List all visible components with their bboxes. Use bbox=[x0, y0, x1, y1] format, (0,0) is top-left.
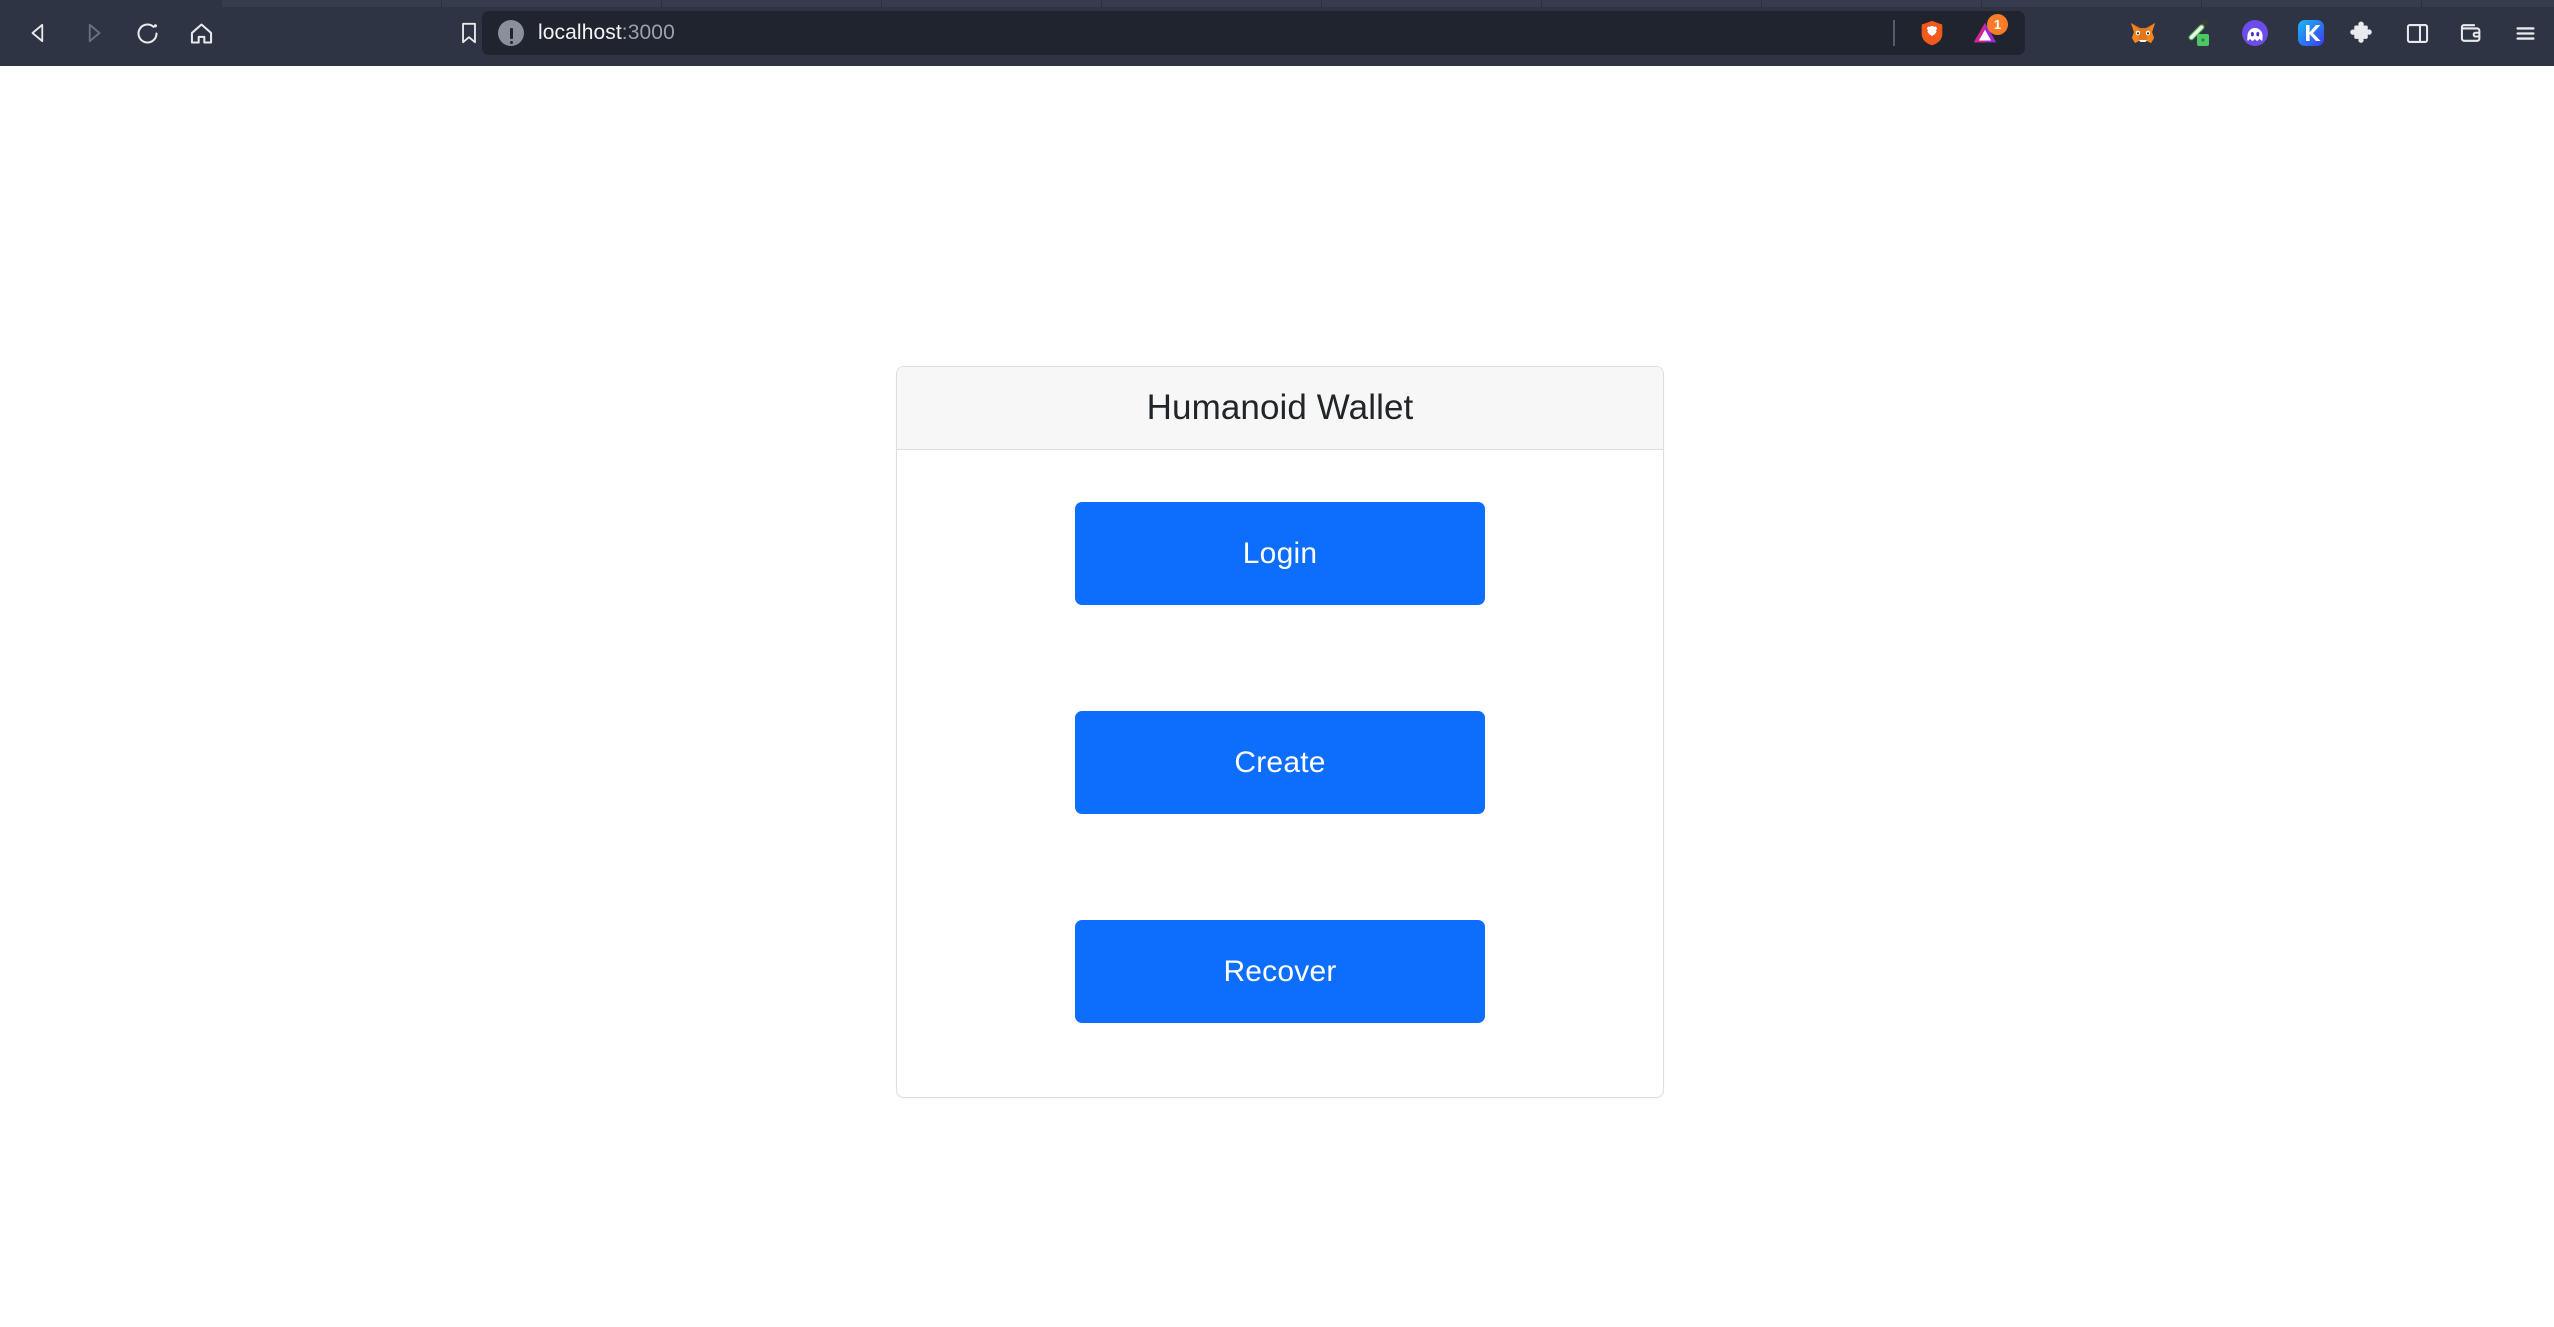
card-body: Login Create Recover bbox=[897, 450, 1663, 1097]
tab-strip bbox=[0, 0, 2554, 7]
bookmark-button[interactable] bbox=[456, 10, 482, 56]
toolbar-bottom-edge bbox=[0, 59, 2554, 66]
page-content: Humanoid Wallet Login Create Recover bbox=[0, 66, 2554, 1327]
tab-strip-segment bbox=[1102, 0, 1322, 7]
extensions-puzzle-icon[interactable] bbox=[2337, 10, 2389, 56]
tab-strip-segment bbox=[882, 0, 1102, 7]
home-button[interactable] bbox=[174, 10, 228, 56]
url-port: :3000 bbox=[621, 21, 675, 44]
browser-toolbar: localhost:3000 1 bbox=[0, 7, 2554, 59]
browser-chrome: localhost:3000 1 bbox=[0, 0, 2554, 66]
keplr-extension-icon[interactable] bbox=[2285, 10, 2337, 56]
phantom-extension-icon[interactable] bbox=[2229, 10, 2281, 56]
tab-strip-segment bbox=[662, 0, 882, 7]
tab-strip-segment bbox=[2422, 0, 2554, 7]
back-button[interactable] bbox=[12, 10, 66, 56]
url-host: localhost bbox=[538, 21, 622, 44]
toolbar-trailing-buttons bbox=[2337, 10, 2554, 56]
recover-button[interactable]: Recover bbox=[1075, 920, 1485, 1023]
url-text: localhost:3000 bbox=[538, 21, 675, 45]
address-bar[interactable]: localhost:3000 1 bbox=[482, 11, 2025, 55]
tab-strip-segment bbox=[222, 0, 442, 7]
tab-strip-segment bbox=[1542, 0, 1762, 7]
brave-shields-icon[interactable] bbox=[1911, 12, 1953, 54]
brave-rewards-button[interactable]: 1 bbox=[1959, 12, 2011, 54]
metamask-extension-icon[interactable] bbox=[2117, 10, 2169, 56]
address-bar-actions: 1 bbox=[1893, 12, 2011, 54]
toolbar-divider bbox=[1893, 20, 1895, 46]
wand-extension-icon[interactable] bbox=[2173, 10, 2225, 56]
login-button[interactable]: Login bbox=[1075, 502, 1485, 605]
wallet-card: Humanoid Wallet Login Create Recover bbox=[896, 366, 1664, 1098]
rewards-badge: 1 bbox=[1987, 14, 2008, 35]
tab-strip-segment bbox=[0, 0, 222, 7]
tab-strip-segment bbox=[2202, 0, 2422, 7]
page-title: Humanoid Wallet bbox=[1146, 388, 1414, 427]
create-button[interactable]: Create bbox=[1075, 711, 1485, 814]
not-secure-info-icon[interactable] bbox=[498, 20, 524, 46]
tab-strip-segment bbox=[442, 0, 662, 7]
brave-wallet-icon[interactable] bbox=[2445, 10, 2497, 56]
card-header: Humanoid Wallet bbox=[897, 367, 1663, 450]
sidebar-panel-icon[interactable] bbox=[2391, 10, 2443, 56]
tab-strip-segment bbox=[1982, 0, 2202, 7]
extension-icons bbox=[2117, 10, 2337, 56]
forward-button bbox=[66, 10, 120, 56]
main-menu-icon[interactable] bbox=[2499, 10, 2551, 56]
tab-strip-segment bbox=[1322, 0, 1542, 7]
navigation-buttons bbox=[0, 10, 228, 56]
tab-strip-segment bbox=[1762, 0, 1982, 7]
reload-button[interactable] bbox=[120, 10, 174, 56]
